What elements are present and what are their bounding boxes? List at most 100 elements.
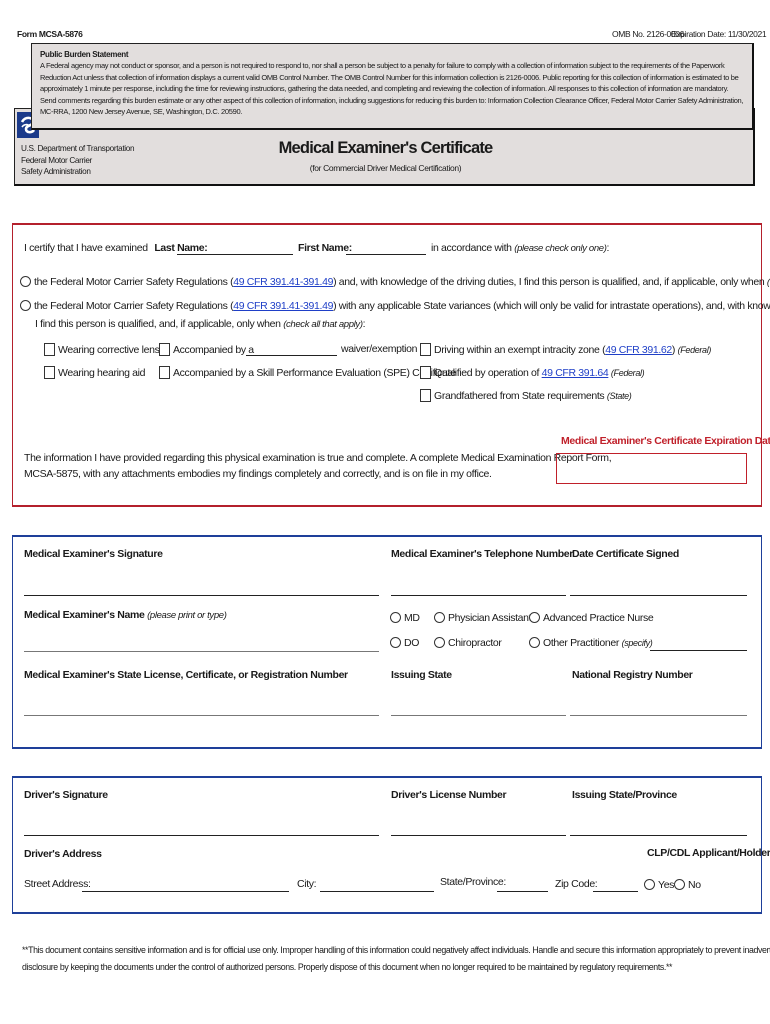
checkbox-spe-certificate[interactable]: Accompanied by a Skill Performance Evalu… <box>159 366 456 379</box>
checkbox-corrective-lenses[interactable]: Wearing corrective lenses <box>44 343 170 356</box>
pa-radio[interactable] <box>434 612 445 623</box>
other-practitioner-input[interactable] <box>650 640 747 651</box>
examiner-signature-label: Medical Examiner's Signature <box>24 548 163 560</box>
other-radio[interactable] <box>529 637 540 648</box>
do-radio[interactable] <box>390 637 401 648</box>
issuing-state-input[interactable] <box>391 700 566 716</box>
option-state-variances[interactable]: the Federal Motor Carrier Safety Regulat… <box>20 300 770 312</box>
spe-label: Accompanied by a Skill Performance Evalu… <box>173 367 456 379</box>
check-one-note: (please check only one) <box>514 243 607 254</box>
first-name-input[interactable] <box>346 244 426 255</box>
no-label: No <box>688 879 701 891</box>
burden-text: A Federal agency may not conduct or spon… <box>40 61 744 117</box>
checkbox-hearing-aid[interactable]: Wearing hearing aid <box>44 366 145 379</box>
zip-input[interactable] <box>593 881 638 892</box>
credential-do[interactable]: DO <box>390 637 419 649</box>
attestation-text: The information I have provided regardin… <box>24 450 612 482</box>
clp-yes-radio[interactable] <box>644 879 655 890</box>
driver-address-label: Driver's Address <box>24 848 102 860</box>
accordance-text: in accordance with (please check only on… <box>431 242 609 254</box>
clp-cdl-label: CLP/CDL Applicant/Holder <box>647 847 770 859</box>
grandfathered-note: (State) <box>606 391 632 401</box>
option2-line2-text: I find this person is qualified, and, if… <box>35 318 281 330</box>
other-note: (specify) <box>621 638 653 648</box>
corrective-lenses-label: Wearing corrective lenses <box>58 344 170 356</box>
state-variances-radio[interactable] <box>20 300 31 311</box>
checkbox-waiver[interactable]: Accompanied by a <box>159 343 254 356</box>
option1-text: the Federal Motor Carrier Safety Regulat… <box>34 276 234 288</box>
hearing-aid-checkbox[interactable] <box>44 366 55 379</box>
credential-md[interactable]: MD <box>390 612 420 624</box>
credential-apn[interactable]: Advanced Practice Nurse <box>529 612 654 624</box>
examiner-name-input[interactable] <box>24 636 379 652</box>
option2-text-post: ) with any applicable State variances (w… <box>333 300 770 312</box>
federal-radio[interactable] <box>20 276 31 287</box>
yes-label: Yes <box>658 879 675 891</box>
city-label: City: <box>297 878 317 890</box>
examiner-name-label: Medical Examiner's Name (please print or… <box>24 609 227 621</box>
intracity-post: ) <box>671 344 676 356</box>
expiration-date-input[interactable] <box>556 453 747 484</box>
page-title: Medical Examiner's Certificate <box>278 139 494 157</box>
examiner-name-label-text: Medical Examiner's Name <box>24 609 145 621</box>
pa-label: Physician Assistant <box>448 612 532 624</box>
clp-yes-option[interactable]: Yes <box>644 879 674 891</box>
operation-label: Qualified by operation of <box>434 367 540 379</box>
intracity-note: (Federal) <box>677 345 712 355</box>
city-input[interactable] <box>320 881 434 892</box>
form-number: Form MCSA-5876 <box>17 29 83 39</box>
sensitive-info-notice: **This document contains sensitive infor… <box>22 942 770 976</box>
clp-no-option[interactable]: No <box>674 879 701 891</box>
driver-signature-input[interactable] <box>24 820 379 836</box>
page-subtitle: (for Commercial Driver Medical Certifica… <box>309 163 462 173</box>
operation-checkbox[interactable] <box>420 366 431 379</box>
chiropractor-radio[interactable] <box>434 637 445 648</box>
clp-no-radio[interactable] <box>674 879 685 890</box>
waiver-checkbox[interactable] <box>159 343 170 356</box>
option2-note: (check all that apply) <box>283 319 363 330</box>
registry-number-input[interactable] <box>570 700 747 716</box>
date-signed-input[interactable] <box>570 580 747 596</box>
chiropractor-label: Chiropractor <box>448 637 502 649</box>
cfr-391-41-link[interactable]: 49 CFR 391.41-391.49 <box>233 276 333 288</box>
checkbox-grandfathered[interactable]: Grandfathered from State requirements (S… <box>420 389 632 402</box>
checkbox-operation-391-64[interactable]: Qualified by operation of 49 CFR 391.64 … <box>420 366 645 379</box>
waiver-type-input[interactable] <box>246 345 337 356</box>
apn-radio[interactable] <box>529 612 540 623</box>
date-signed-label: Date Certificate Signed <box>572 548 679 560</box>
colon: : <box>606 242 610 254</box>
option-federal[interactable]: the Federal Motor Carrier Safety Regulat… <box>20 276 770 288</box>
cfr-391-62-link[interactable]: 49 CFR 391.62 <box>605 344 672 356</box>
cfr-391-64-link[interactable]: 49 CFR 391.64 <box>542 367 609 379</box>
credential-chiropractor[interactable]: Chiropractor <box>434 637 502 649</box>
issuing-state-label: Issuing State <box>391 669 452 681</box>
driver-issuing-input[interactable] <box>570 820 747 836</box>
checkbox-intracity-zone[interactable]: Driving within an exempt intracity zone … <box>420 343 711 356</box>
md-radio[interactable] <box>390 612 401 623</box>
driver-license-input[interactable] <box>391 820 566 836</box>
last-name-input[interactable] <box>177 244 293 255</box>
spe-checkbox[interactable] <box>159 366 170 379</box>
street-address-input[interactable] <box>82 881 289 892</box>
cfr-391-41-link-2[interactable]: 49 CFR 391.41-391.49 <box>233 300 333 312</box>
credential-other[interactable]: Other Practitioner (specify) <box>529 637 653 649</box>
option2-line2: I find this person is qualified, and, if… <box>35 318 366 330</box>
credential-pa[interactable]: Physician Assistant <box>434 612 532 624</box>
waiver-exemption-label: waiver/exemption <box>341 343 418 355</box>
driver-signature-label: Driver's Signature <box>24 789 108 801</box>
examiner-name-note: (please print or type) <box>147 610 227 621</box>
examiner-phone-input[interactable] <box>391 580 566 596</box>
registry-number-label: National Registry Number <box>572 669 693 681</box>
intracity-checkbox[interactable] <box>420 343 431 356</box>
driver-issuing-label: Issuing State/Province <box>572 789 677 801</box>
examiner-signature-input[interactable] <box>24 580 379 596</box>
grandfathered-checkbox[interactable] <box>420 389 431 402</box>
do-label: DO <box>404 637 420 649</box>
notice-line-1: **This document contains sensitive infor… <box>22 945 770 955</box>
state-input[interactable] <box>497 881 548 892</box>
license-number-input[interactable] <box>24 700 379 716</box>
operation-note: (Federal) <box>610 368 645 378</box>
license-number-label: Medical Examiner's State License, Certif… <box>24 669 348 681</box>
corrective-lenses-checkbox[interactable] <box>44 343 55 356</box>
md-label: MD <box>404 612 420 624</box>
